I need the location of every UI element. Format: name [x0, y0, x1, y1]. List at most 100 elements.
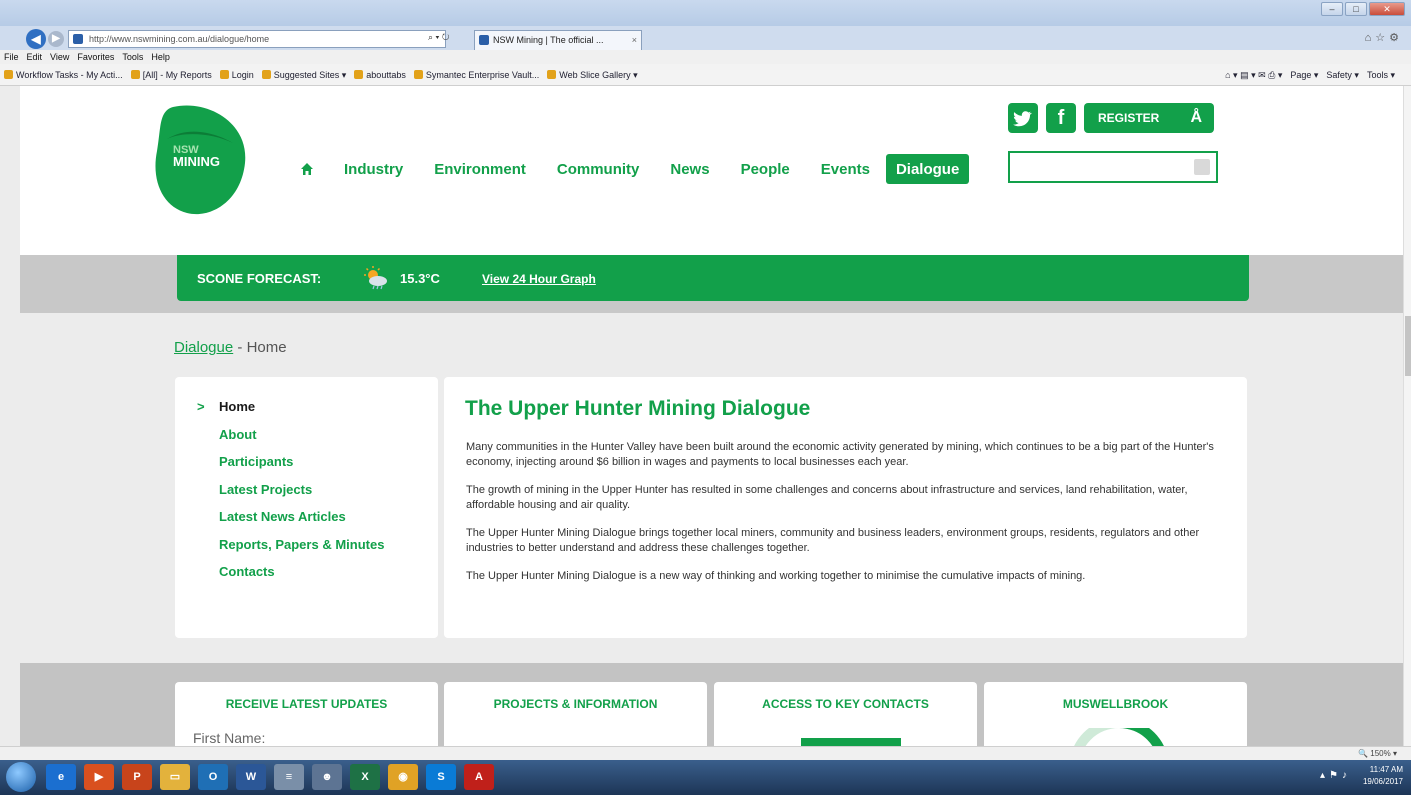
search-refresh-icons[interactable]: ⌕ ▾ ↻: [428, 32, 449, 43]
window-titlebar: – □ ✕: [0, 0, 1411, 26]
ie-icon[interactable]: e: [46, 764, 76, 790]
sidebar-item-home[interactable]: > Home: [197, 397, 384, 425]
command-page[interactable]: Page ▾: [1290, 64, 1318, 85]
sidebar-item-reports-papers-minutes[interactable]: Reports, Papers & Minutes: [197, 535, 384, 563]
start-button[interactable]: [6, 762, 36, 792]
tab-title: NSW Mining | The official ...: [493, 35, 604, 45]
register-button[interactable]: REGISTER Å: [1084, 103, 1214, 133]
menu-edit[interactable]: Edit: [27, 50, 43, 64]
favorite-item[interactable]: Suggested Sites ▾: [262, 64, 347, 85]
users-icon[interactable]: ☻: [312, 764, 342, 790]
breadcrumb-separator: -: [233, 339, 247, 356]
system-tray-icons[interactable]: ▴⚑♪: [1320, 770, 1351, 781]
card-access-key-contacts: ACCESS TO KEY CONTACTS: [714, 682, 977, 746]
sidebar-menu: > Home About Participants Latest Projects…: [197, 397, 384, 590]
nav-people[interactable]: People: [741, 161, 790, 178]
address-bar[interactable]: http://www.nswmining.com.au/dialogue/hom…: [68, 30, 446, 48]
search-icon[interactable]: [1194, 159, 1210, 175]
back-button[interactable]: ◀: [26, 29, 46, 49]
forward-button[interactable]: ▶: [48, 31, 64, 47]
powerpoint-icon[interactable]: P: [122, 764, 152, 790]
register-label: REGISTER: [1098, 111, 1160, 125]
home-favorites-settings-icons[interactable]: ⌂☆⚙: [1365, 31, 1403, 44]
clock[interactable]: 11:47 AM 19/06/2017: [1363, 764, 1403, 788]
close-tab-icon[interactable]: ×: [632, 31, 637, 49]
menu-bar: File Edit View Favorites Tools Help: [0, 50, 1411, 64]
menu-tools[interactable]: Tools: [122, 50, 143, 64]
favorite-item[interactable]: abouttabs: [354, 64, 406, 85]
zoom-level[interactable]: 🔍 150% ▾: [1358, 747, 1397, 760]
twitter-icon[interactable]: [1008, 103, 1038, 133]
paragraph: The growth of mining in the Upper Hunter…: [466, 484, 1188, 511]
menu-help[interactable]: Help: [151, 50, 170, 64]
sidebar-item-contacts[interactable]: Contacts: [197, 562, 384, 590]
card-projects-information: PROJECTS & INFORMATION: [444, 682, 707, 746]
menu-favorites[interactable]: Favorites: [77, 50, 114, 64]
browser-tab[interactable]: NSW Mining | The official ... ×: [474, 30, 642, 50]
close-window-button[interactable]: ✕: [1369, 2, 1405, 16]
sidebar-item-label: Contacts: [219, 564, 275, 579]
user-icon: Å: [1190, 109, 1202, 126]
command-tools[interactable]: Tools ▾: [1367, 64, 1395, 85]
nav-dialogue[interactable]: Dialogue: [885, 154, 970, 184]
address-text: http://www.nswmining.com.au/dialogue/hom…: [89, 34, 270, 44]
word-icon[interactable]: W: [236, 764, 266, 790]
window-controls: – □ ✕: [1321, 2, 1405, 16]
skype-icon[interactable]: S: [426, 764, 456, 790]
menu-view[interactable]: View: [50, 50, 69, 64]
scrollbar-thumb[interactable]: [1405, 316, 1411, 376]
nav-news[interactable]: News: [670, 161, 709, 178]
clock-date: 19/06/2017: [1362, 777, 1403, 786]
favorite-item[interactable]: Login: [220, 64, 254, 85]
acrobat-icon[interactable]: A: [464, 764, 494, 790]
nav-environment[interactable]: Environment: [434, 161, 526, 178]
sidebar-item-label: About: [219, 426, 257, 442]
card-title: ACCESS TO KEY CONTACTS: [762, 697, 929, 711]
nav-industry[interactable]: Industry: [344, 161, 403, 178]
sidebar-item-about[interactable]: About: [197, 425, 384, 453]
home-icon[interactable]: [300, 162, 314, 176]
file-explorer-icon[interactable]: ▭: [160, 764, 190, 790]
status-bar: 🔍 150% ▾: [0, 746, 1411, 760]
chrome-icon[interactable]: ◉: [388, 764, 418, 790]
sidebar-item-label: Latest Projects: [219, 481, 313, 497]
forecast-temperature: 15.3°C: [400, 271, 440, 286]
card-receive-latest-updates: RECEIVE LATEST UPDATES First Name:: [175, 682, 438, 746]
favorite-item[interactable]: Workflow Tasks - My Acti...: [4, 64, 123, 85]
nav-community[interactable]: Community: [557, 161, 640, 178]
excel-icon[interactable]: X: [350, 764, 380, 790]
outlook-icon[interactable]: O: [198, 764, 228, 790]
maximize-button[interactable]: □: [1345, 2, 1367, 16]
favorite-item[interactable]: [All] - My Reports: [131, 64, 212, 85]
sidebar-item-participants[interactable]: Participants: [197, 452, 384, 480]
windows-taskbar: e ▶ P ▭ O W ≡ ☻ X ◉ S A ▴⚑♪ 11:47 AM 19/…: [0, 760, 1411, 795]
contacts-graphic: [801, 738, 901, 746]
sidebar-item-label: Participants: [219, 454, 294, 469]
toolbar-icons[interactable]: ⌂ ▾ ▤ ▾ ✉ ⎙ ▾: [1225, 64, 1282, 85]
minimize-button[interactable]: –: [1321, 2, 1343, 16]
nav-events[interactable]: Events: [821, 161, 870, 178]
facebook-icon[interactable]: f: [1046, 103, 1076, 133]
page-scrollbar[interactable]: [1403, 86, 1411, 746]
main-nav: Industry Environment Community News Peop…: [300, 154, 976, 184]
menu-file[interactable]: File: [4, 50, 19, 64]
favorite-item[interactable]: Web Slice Gallery ▾: [547, 64, 637, 85]
command-safety[interactable]: Safety ▾: [1326, 64, 1359, 85]
social-links: f REGISTER Å: [1008, 103, 1214, 133]
breadcrumb-dialogue-link[interactable]: Dialogue: [174, 339, 233, 356]
view-24-hour-graph-link[interactable]: View 24 Hour Graph: [482, 272, 596, 286]
forecast-bar: SCONE FORECAST: 15.3°C View 24 Hour Grap…: [177, 255, 1249, 301]
favorite-item[interactable]: Symantec Enterprise Vault...: [414, 64, 539, 85]
breadcrumb-current: Home: [246, 339, 287, 356]
page-viewport: NSW MINING Industry Environment Communit…: [0, 86, 1403, 746]
breadcrumb: Dialogue - Home: [174, 339, 287, 356]
logo-text: NSW MINING: [173, 144, 220, 168]
media-player-icon[interactable]: ▶: [84, 764, 114, 790]
sidebar-item-latest-news-articles[interactable]: Latest News Articles: [197, 507, 384, 535]
sidebar-item-latest-projects[interactable]: Latest Projects: [197, 480, 384, 508]
search-input[interactable]: [1008, 151, 1218, 183]
dialogue-sidebar: > Home About Participants Latest Projects…: [175, 377, 438, 638]
paragraph: The Upper Hunter Mining Dialogue brings …: [466, 527, 1200, 554]
notepad-icon[interactable]: ≡: [274, 764, 304, 790]
card-muswellbrook: MUSWELLBROOK: [984, 682, 1247, 746]
